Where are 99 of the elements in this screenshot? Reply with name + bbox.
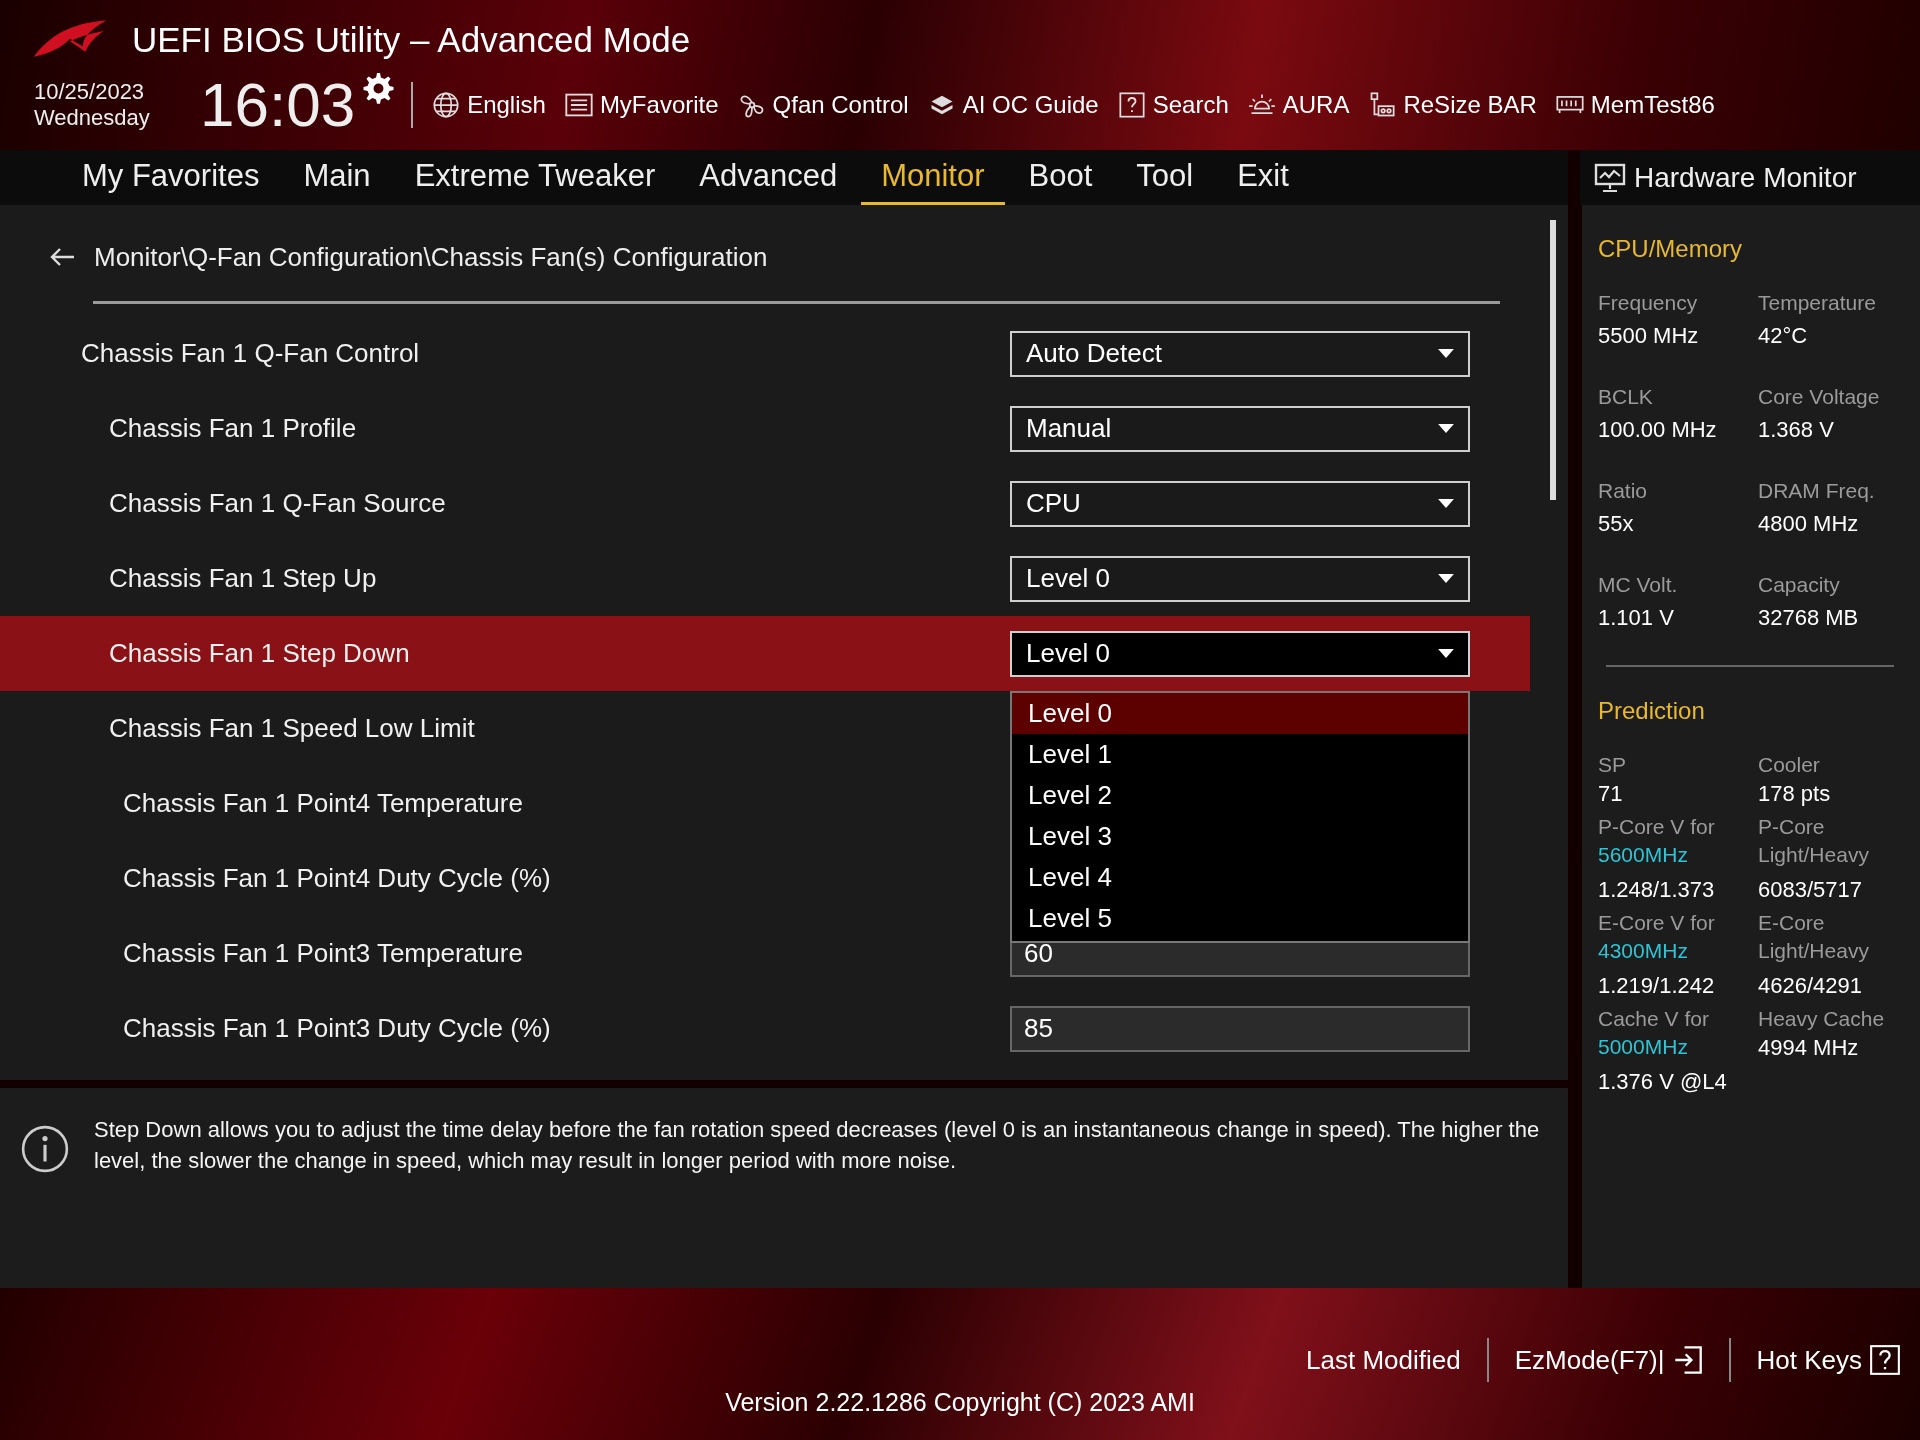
metric-label: Core Voltage: [1758, 385, 1881, 409]
footer-button[interactable]: EzMode(F7)|: [1514, 1344, 1703, 1376]
ai-tool-button[interactable]: AI OC Guide: [926, 91, 1099, 119]
menu-tab[interactable]: Advanced: [679, 150, 858, 205]
setting-label[interactable]: Chassis Fan 1 Step Up: [95, 563, 377, 594]
caret-icon: [1438, 349, 1454, 358]
metric-label: Frequency: [1598, 291, 1699, 315]
footer-button[interactable]: Hot Keys: [1756, 1344, 1900, 1376]
metric-value: 4800 MHz: [1758, 511, 1860, 537]
metric-label: Cooler: [1758, 753, 1821, 777]
help-tool-button[interactable]: Search: [1116, 91, 1229, 119]
back-arrow-icon[interactable]: [48, 246, 76, 268]
version-text: Version 2.22.1286 Copyright (C) 2023 AMI: [724, 1388, 1196, 1417]
breadcrumb-path: Monitor\Q-Fan Configuration\Chassis Fan(s) Configuration: [94, 241, 768, 273]
setting-label[interactable]: Chassis Fan 1 Point3 Duty Cycle (%): [95, 1013, 551, 1044]
metric-value: 1.368 V: [1758, 417, 1835, 443]
metric-value: 1.248/1.373: [1598, 877, 1716, 903]
metric-value: 5500 MHz: [1598, 323, 1700, 349]
help-icon: [1870, 1345, 1900, 1375]
metric-label: E-Core: [1758, 911, 1826, 935]
monitor-icon: [1594, 162, 1626, 193]
scrollbar-thumb[interactable]: [1550, 220, 1556, 500]
metric-value: 4626/4291: [1758, 973, 1863, 999]
exit-icon: [1672, 1345, 1703, 1375]
metric-label: BCLK: [1598, 385, 1654, 409]
section-title: CPU/Memory: [1598, 235, 1743, 263]
help-icon: [1116, 91, 1147, 119]
caret-icon: [1438, 574, 1454, 583]
caret-icon: [1438, 499, 1454, 508]
footer-button[interactable]: Last Modified: [1306, 1344, 1461, 1376]
menu-tab[interactable]: Boot: [1008, 150, 1113, 205]
metric-value: 6083/5717: [1758, 877, 1863, 903]
section-title: Prediction: [1598, 697, 1706, 725]
date-text: 10/25/2023: [34, 79, 146, 105]
metric-frequency: 5000MHz: [1598, 1035, 1689, 1059]
metric-label: MC Volt.: [1598, 573, 1679, 597]
metric-label: P-Core: [1758, 815, 1826, 839]
setting-label[interactable]: Chassis Fan 1 Point4 Duty Cycle (%): [95, 863, 551, 894]
dropdown-option[interactable]: Level 4: [1012, 856, 1468, 898]
metric-label: Light/Heavy: [1758, 939, 1870, 963]
value-field[interactable]: 85: [1010, 1005, 1470, 1052]
metric-label: E-Core V for: [1598, 911, 1716, 935]
dropdown-select[interactable]: Manual: [1010, 405, 1470, 452]
dropdown-option[interactable]: Level 0: [1012, 692, 1468, 734]
metric-value: 178 pts: [1758, 781, 1832, 807]
memory-tool-button[interactable]: MemTest86: [1554, 91, 1715, 119]
menu-tab[interactable]: My Favorites: [62, 150, 280, 205]
metric-value: 55x: [1598, 511, 1635, 537]
menu-tab[interactable]: Extreme Tweaker: [394, 150, 676, 205]
metric-frequency: 5600MHz: [1598, 843, 1689, 867]
setting-label[interactable]: Chassis Fan 1 Point4 Temperature: [95, 788, 523, 819]
metric-label: P-Core V for: [1598, 815, 1716, 839]
metric-value: 32768 MB: [1758, 605, 1860, 631]
setting-label[interactable]: Chassis Fan 1 Q-Fan Source: [95, 488, 446, 519]
globe-tool-button[interactable]: English: [431, 91, 546, 119]
help-text: Step Down allows you to adjust the time delay before the fan rotation speed decreases (level 0 is an instantaneous change in speed). The higher the level, the slower the change in speed, which may result in longer period with more noise.: [94, 1116, 1541, 1175]
favorite-tool-button[interactable]: MyFavorite: [563, 91, 719, 119]
metric-frequency: 4300MHz: [1598, 939, 1689, 963]
metric-label: Ratio: [1598, 479, 1649, 503]
clock-time: 16:03: [200, 70, 356, 140]
metric-value: 1.101 V: [1598, 605, 1675, 631]
aura-tool-button[interactable]: AURA: [1246, 91, 1350, 119]
metric-label: DRAM Freq.: [1758, 479, 1876, 503]
dropdown-option[interactable]: Level 1: [1012, 733, 1468, 775]
setting-label[interactable]: Chassis Fan 1 Q-Fan Control: [81, 338, 420, 369]
metric-label: Temperature: [1758, 291, 1877, 315]
metric-label: Light/Heavy: [1758, 843, 1870, 867]
dropdown-option[interactable]: Level 3: [1012, 815, 1468, 857]
weekday-text: Wednesday: [34, 105, 151, 131]
metric-value: 1.219/1.242: [1598, 973, 1716, 999]
window-title: UEFI BIOS Utility – Advanced Mode: [132, 20, 691, 60]
metric-label: Cache V for: [1598, 1007, 1710, 1031]
setting-label[interactable]: Chassis Fan 1 Speed Low Limit: [95, 713, 475, 744]
metric-value: 42°C: [1758, 323, 1809, 349]
dropdown-select[interactable]: CPU: [1010, 480, 1470, 527]
list-icon: [563, 91, 594, 119]
caret-icon: [1438, 649, 1454, 658]
metric-label: Heavy Cache: [1758, 1007, 1886, 1031]
panel-title: Hardware Monitor: [1634, 161, 1857, 194]
metric-value: 100.00 MHz: [1598, 417, 1718, 443]
setting-label[interactable]: Chassis Fan 1 Profile: [95, 413, 357, 444]
fan-tool-button[interactable]: Qfan Control: [736, 91, 909, 119]
info-icon: [20, 1124, 70, 1174]
metric-value: 4994 MHz: [1758, 1035, 1860, 1061]
menu-tab[interactable]: Main: [283, 150, 391, 205]
dropdown-select[interactable]: Level 0: [1010, 555, 1470, 602]
dropdown-select[interactable]: Auto Detect: [1010, 330, 1470, 377]
menu-tab[interactable]: Exit: [1217, 150, 1309, 205]
setting-label[interactable]: Chassis Fan 1 Step Down: [95, 638, 410, 669]
metric-label: Capacity: [1758, 573, 1841, 597]
menu-tab[interactable]: Tool: [1116, 150, 1214, 205]
dropdown-option[interactable]: Level 2: [1012, 774, 1468, 816]
setting-label[interactable]: Chassis Fan 1 Point3 Temperature: [95, 938, 523, 969]
dropdown-select[interactable]: Level 0: [1010, 630, 1470, 677]
metric-value: 71: [1598, 781, 1624, 807]
caret-icon: [1438, 424, 1454, 433]
resize-tool-button[interactable]: ReSize BAR: [1367, 91, 1537, 119]
metric-label: SP: [1598, 753, 1627, 777]
metric-value: 1.376 V @L4: [1598, 1069, 1728, 1095]
